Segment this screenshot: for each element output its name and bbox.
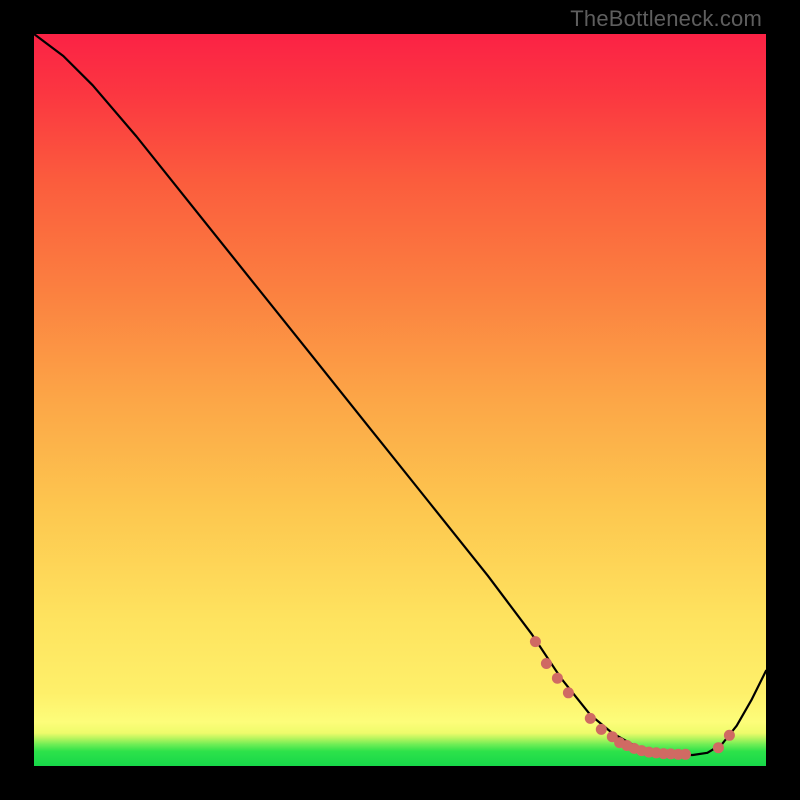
watermark-text: TheBottleneck.com: [570, 6, 762, 32]
curve-svg: [34, 34, 766, 766]
bottleneck-curve: [34, 34, 766, 755]
trough-dot: [596, 724, 607, 735]
trough-dot: [724, 730, 735, 741]
plot-area: [34, 34, 766, 766]
trough-dots-group: [530, 636, 735, 760]
trough-dot: [585, 713, 596, 724]
trough-dot: [530, 636, 541, 647]
trough-dot: [552, 673, 563, 684]
trough-dot: [680, 749, 691, 760]
trough-dot: [563, 687, 574, 698]
chart-frame: TheBottleneck.com: [0, 0, 800, 800]
trough-dot: [541, 658, 552, 669]
trough-dot: [713, 742, 724, 753]
